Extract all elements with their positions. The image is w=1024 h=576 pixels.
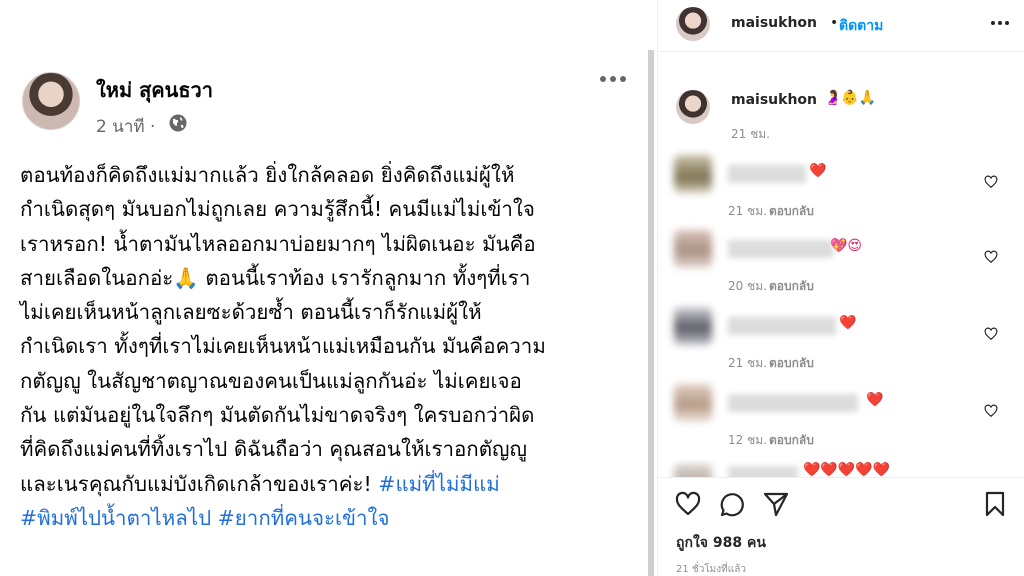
comment-item: 💖😍 20 ชม. ตอบกลับ	[658, 230, 1024, 300]
reply-button[interactable]: ตอบกลับ	[769, 202, 814, 221]
comment-avatar-blurred	[674, 307, 712, 345]
post-line: ไม่เคยเห็นหน้าลูกเลยซะด้วยซ้ำ ตอนนี้เราก…	[20, 295, 645, 329]
comment-emoji: ❤️	[839, 315, 857, 331]
post-line-text: กัน แต่มันอยู่ในใจลึกๆ มันตัดกันไม่ขาดจร…	[20, 403, 535, 428]
author-avatar[interactable]	[22, 72, 80, 130]
avatar[interactable]	[676, 7, 710, 41]
post-line: เราหรอก! น้ำตามันไหลออกมาบ่อยมากๆ ไม่ผิด…	[20, 227, 645, 261]
like-comment-icon[interactable]	[984, 175, 998, 189]
comment-item: ❤️❤️❤️❤️❤️	[658, 460, 1024, 477]
post-line-text: สายเลือดในอกอ่ะ🙏 ตอนนี้เราท้อง เรารักลูก…	[20, 265, 531, 290]
comment-avatar-blurred	[674, 464, 712, 477]
comment-text-blurred	[728, 165, 806, 183]
post-timestamp[interactable]: 2 นาที ·	[96, 113, 155, 140]
post-line-text: กำเนิดเรา ทั้งๆที่เราไม่เคยเห็นหน้าแม่เห…	[20, 334, 546, 359]
comment-emoji: 💖😍	[830, 238, 863, 254]
separator-dot: •	[830, 15, 839, 31]
likes-count[interactable]: ถูกใจ 988 คน	[676, 532, 766, 554]
post-line: และเนรคุณกับแม่บังเกิดเกล้าของเราค่ะ! #แ…	[20, 467, 645, 501]
comment-avatar-blurred	[674, 155, 712, 193]
post-line-text: กตัญญู ในสัญชาตญาณของคนเป็นแม่ลูกกันอ่ะ …	[20, 368, 522, 393]
comment-item: ❤️ 21 ชม. ตอบกลับ	[658, 307, 1024, 377]
post-line: กำเนิดเรา ทั้งๆที่เราไม่เคยเห็นหน้าแม่เห…	[20, 329, 645, 363]
comment-time: 21 ชม.	[728, 204, 767, 218]
comment-emoji: ❤️❤️❤️❤️❤️	[803, 462, 891, 477]
heart-icon[interactable]	[674, 490, 702, 518]
comment-avatar-blurred	[674, 230, 712, 268]
reply-button[interactable]: ตอบกลับ	[769, 277, 814, 296]
post-line: #พิมพ์ไปน้ำตาไหลไป #ยากที่คนจะเข้าใจ	[20, 501, 645, 535]
caption-username[interactable]: maisukhon	[731, 92, 817, 108]
post-line: ตอนท้องก็คิดถึงแม่มากแล้ว ยิ่งใกล้คลอด ย…	[20, 158, 645, 192]
like-comment-icon[interactable]	[984, 250, 998, 264]
globe-icon	[169, 114, 187, 132]
post-line: กัน แต่มันอยู่ในใจลึกๆ มันตัดกันไม่ขาดจร…	[20, 398, 645, 432]
comment-emoji: ❤️	[866, 392, 884, 408]
facebook-post: ใหม่ สุคนธวา 2 นาที · ตอนท้องก็คิดถึงแม่…	[0, 0, 652, 576]
caption-avatar[interactable]	[676, 90, 710, 124]
comment-item: ❤️ 12 ชม. ตอบกลับ	[658, 384, 1024, 454]
more-options-icon[interactable]	[990, 16, 1010, 30]
post-header: maisukhon • ติดตาม	[658, 0, 1024, 52]
post-line-text: กำเนิดสุดๆ มันบอกไม่ถูกเลย ความรู้สึกนี้…	[20, 197, 535, 222]
posted-time: 21 ชั่วโมงที่แล้ว	[676, 564, 746, 575]
comment-text-blurred	[728, 394, 858, 412]
bookmark-icon[interactable]	[981, 490, 1009, 518]
like-comment-icon[interactable]	[984, 404, 998, 418]
comment-avatar-blurred	[674, 384, 712, 422]
post-line-text: เราหรอก! น้ำตามันไหลออกมาบ่อยมากๆ ไม่ผิด…	[20, 231, 536, 256]
scrollbar[interactable]	[648, 50, 654, 576]
comment-icon[interactable]	[718, 490, 746, 518]
follow-button[interactable]: ติดตาม	[839, 15, 883, 37]
post-line: ที่คิดถึงแม่คนที่ทิ้งเราไป ดิฉันถือว่า ค…	[20, 432, 645, 466]
comment-text-blurred	[728, 240, 833, 258]
author-name[interactable]: ใหม่ สุคนธวา	[96, 74, 213, 106]
post-actions: ถูกใจ 988 คน 21 ชั่วโมงที่แล้ว	[658, 477, 1024, 576]
post-text: ตอนท้องก็คิดถึงแม่มากแล้ว ยิ่งใกล้คลอด ย…	[20, 158, 645, 535]
comment-text-blurred	[728, 466, 798, 477]
comment-emoji: ❤️	[809, 163, 827, 179]
post-line: กำเนิดสุดๆ มันบอกไม่ถูกเลย ความรู้สึกนี้…	[20, 192, 645, 226]
caption-text: 🤰👶🙏	[824, 90, 877, 106]
comment-time: 20 ชม.	[728, 279, 767, 293]
comment-time: 12 ชม.	[728, 433, 767, 447]
reply-button[interactable]: ตอบกลับ	[769, 431, 814, 450]
username-link[interactable]: maisukhon	[731, 15, 817, 31]
hashtag-link[interactable]: #พิมพ์ไปน้ำตาไหลไป #ยากที่คนจะเข้าใจ	[20, 506, 390, 530]
caption-time: 21 ชม.	[731, 127, 770, 141]
comment-item: ❤️ 21 ชม. ตอบกลับ	[658, 155, 1024, 225]
post-line-text: ที่คิดถึงแม่คนที่ทิ้งเราไป ดิฉันถือว่า ค…	[20, 437, 527, 462]
share-icon[interactable]	[762, 490, 790, 518]
like-comment-icon[interactable]	[984, 327, 998, 341]
reply-button[interactable]: ตอบกลับ	[769, 354, 814, 373]
post-line: สายเลือดในอกอ่ะ🙏 ตอนนี้เราท้อง เรารักลูก…	[20, 261, 645, 295]
post-line-text: ตอนท้องก็คิดถึงแม่มากแล้ว ยิ่งใกล้คลอด ย…	[20, 163, 515, 187]
more-options-icon[interactable]	[598, 70, 628, 88]
post-line-text: ไม่เคยเห็นหน้าลูกเลยซะด้วยซ้ำ ตอนนี้เราก…	[20, 300, 482, 325]
post-line-text: และเนรคุณกับแม่บังเกิดเกล้าของเราค่ะ!	[20, 471, 379, 496]
post-line: กตัญญู ในสัญชาตญาณของคนเป็นแม่ลูกกันอ่ะ …	[20, 364, 645, 398]
comment-text-blurred	[728, 317, 836, 335]
hashtag-link[interactable]: #แม่ที่ไม่มีแม่	[378, 472, 499, 496]
comment-time: 21 ชม.	[728, 356, 767, 370]
instagram-panel: maisukhon • ติดตาม maisukhon 🤰👶🙏 21 ชม. …	[657, 0, 1024, 576]
